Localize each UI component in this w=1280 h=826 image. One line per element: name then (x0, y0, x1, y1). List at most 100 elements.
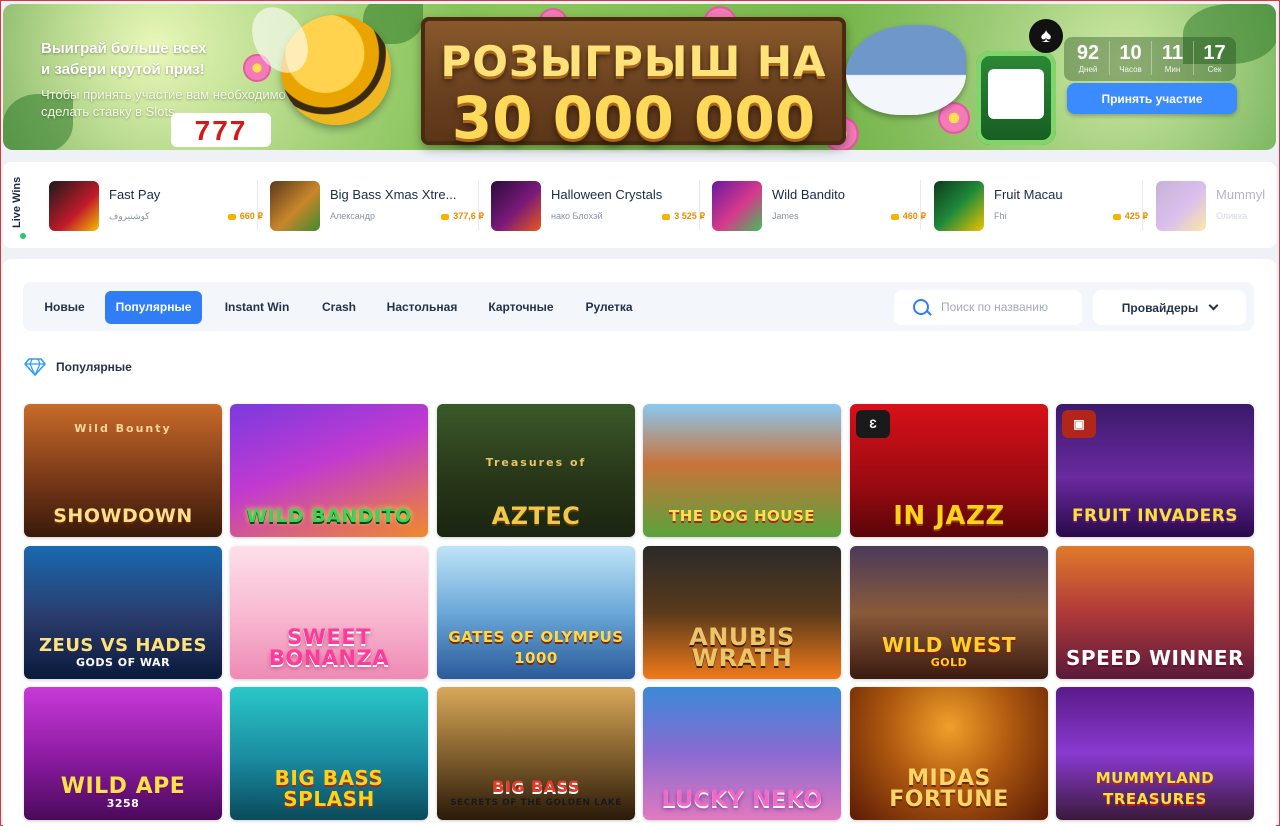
tab-roulette[interactable]: Рулетка (577, 291, 641, 324)
game-thumbnail[interactable] (934, 181, 984, 231)
game-card-title: Big Bass Secrets of The Golden Lake (437, 776, 635, 820)
game-card-title: Speed Winner (1066, 646, 1244, 670)
game-card-title: Aztec (491, 502, 581, 530)
game-thumbnail[interactable] (712, 181, 762, 231)
game-card[interactable]: Treasures of Aztec (437, 404, 635, 537)
live-win-info: Halloween Crystals нако Блохэй 3 525 ₽ (551, 181, 705, 231)
game-card-title-text: Zeus vs Hades (38, 635, 208, 656)
live-win-game[interactable]: Fast Pay (109, 187, 265, 202)
divider (478, 180, 479, 230)
game-card[interactable]: Speed Winner (1056, 546, 1254, 679)
game-card-title: In Jazz (893, 501, 1005, 531)
game-thumbnail[interactable] (49, 181, 99, 231)
tab-instant-win[interactable]: Instant Win (215, 291, 299, 324)
prize-board-title: РОЗЫГРЫШ НА (440, 37, 827, 86)
search-input[interactable] (941, 297, 1076, 317)
game-thumbnail[interactable] (491, 181, 541, 231)
live-win-game[interactable]: Wild Bandito (772, 187, 928, 202)
live-wins-label: Live Wins (11, 170, 35, 240)
game-card[interactable]: Anubis Wrath (643, 546, 841, 679)
game-card-subtitle: Treasures of (485, 456, 587, 469)
live-win-item[interactable]: Fast Pay كوشنيروف 660 ₽ (49, 180, 264, 232)
tab-popular[interactable]: Популярные (105, 291, 202, 324)
divider (699, 180, 700, 230)
game-card-title: Fruit Invaders (1071, 506, 1239, 526)
divider (920, 180, 921, 230)
game-card-title: Wild Ape 3258 (24, 776, 222, 820)
game-thumbnail[interactable] (270, 181, 320, 231)
game-card[interactable]: Lucky Neko (643, 687, 841, 820)
countdown-days: 92 Дней (1067, 41, 1109, 75)
live-win-user: كوشنيروف (109, 211, 150, 221)
join-promo-button[interactable]: Принять участие (1067, 83, 1237, 114)
game-card-title: Mummyland Treasures (1095, 769, 1215, 808)
live-win-info: Fruit Macau Fhi 425 ₽ (994, 181, 1148, 231)
live-win-item[interactable]: Mummyl Оливка (1156, 180, 1274, 232)
tab-crash[interactable]: Crash (314, 291, 364, 324)
game-card[interactable]: Wild Bandito (230, 404, 428, 537)
section-title: Популярные (56, 360, 132, 374)
live-win-item[interactable]: Fruit Macau Fhi 425 ₽ (934, 180, 1149, 232)
game-card-title: Wild Bandito (246, 505, 412, 527)
diamond-icon (24, 358, 46, 376)
live-win-info: Big Bass Xmas Xtre... Александр 377,6 ₽ (330, 181, 484, 231)
game-card[interactable]: Ɛ In Jazz (850, 404, 1048, 537)
game-card-subtitle: Secrets of The Golden Lake (450, 798, 622, 808)
live-win-user: James (772, 211, 799, 221)
game-card[interactable]: Wild West Gold (850, 546, 1048, 679)
game-card[interactable]: Mummyland Treasures (1056, 687, 1254, 820)
game-card-title-text: Big Bass (492, 777, 580, 796)
game-card-title: Big Bass Splash (274, 766, 384, 811)
game-card-subtitle: 3258 (106, 797, 140, 810)
search-icon (913, 299, 929, 315)
game-card-title: Sweet Bonanza (268, 625, 390, 670)
game-card[interactable]: ▣ Fruit Invaders (1056, 404, 1254, 537)
live-win-item[interactable]: Wild Bandito James 460 ₽ (712, 180, 927, 232)
game-card[interactable]: The Dog House (643, 404, 841, 537)
game-card-title: Zeus vs Hades Gods of War (24, 635, 222, 679)
game-card[interactable]: Midas Fortune (850, 687, 1048, 820)
prize-board-amount: 30 000 000 (451, 84, 816, 152)
game-card-title: Wild West Gold (850, 635, 1048, 679)
live-win-item[interactable]: Big Bass Xmas Xtre... Александр 377,6 ₽ (270, 180, 485, 232)
countdown-value: 17 (1203, 42, 1226, 64)
game-card[interactable]: Sweet Bonanza (230, 546, 428, 679)
live-win-user: Оливка (1216, 211, 1248, 221)
tab-cards[interactable]: Карточные (480, 291, 562, 324)
game-card[interactable]: Zeus vs Hades Gods of War (24, 546, 222, 679)
game-card-title: Showdown (53, 505, 193, 527)
live-win-game[interactable]: Fruit Macau (994, 187, 1150, 202)
tab-table[interactable]: Настольная (379, 291, 465, 324)
game-card[interactable]: Wild Ape 3258 (24, 687, 222, 820)
chevron-down-icon (1208, 300, 1219, 311)
countdown-seconds: 17 Сек (1193, 41, 1235, 75)
game-card[interactable]: Gates of Olympus 1000 (437, 546, 635, 679)
live-win-info: Fast Pay كوشنيروف 660 ₽ (109, 181, 263, 231)
live-win-game[interactable]: Halloween Crystals (551, 187, 707, 202)
game-card[interactable]: Big Bass Secrets of The Golden Lake (437, 687, 635, 820)
live-win-item[interactable]: Halloween Crystals нако Блохэй 3 525 ₽ (491, 180, 706, 232)
game-thumbnail[interactable] (1156, 181, 1206, 231)
game-card-subtitle: Gold (930, 656, 968, 669)
game-card-title: Gates of Olympus 1000 (448, 628, 624, 667)
tab-new[interactable]: Новые (37, 291, 92, 324)
live-indicator-dot (20, 233, 26, 239)
game-card[interactable]: Wild Bounty Showdown (24, 404, 222, 537)
countdown-timer: 92 Дней 10 Часов 11 Мин 17 Сек (1067, 41, 1235, 75)
live-win-info: Mummyl Оливка (1216, 181, 1274, 231)
countdown-value: 10 (1119, 42, 1142, 64)
live-win-user: Fhi (994, 211, 1007, 221)
live-win-game[interactable]: Big Bass Xmas Xtre... (330, 187, 486, 202)
live-wins-label-text: Live Wins (11, 176, 23, 228)
providers-dropdown[interactable]: Провайдеры (1093, 290, 1246, 325)
countdown-hours: 10 Часов (1109, 41, 1151, 75)
prize-board: РОЗЫГРЫШ НА 30 000 000 (421, 17, 846, 152)
game-card[interactable]: Big Bass Splash (230, 687, 428, 820)
game-card-subtitle: Gods of War (75, 656, 171, 669)
live-win-user: нако Блохэй (551, 211, 603, 221)
game-card-title: The Dog House (668, 507, 816, 525)
live-win-game[interactable]: Mummyl (1216, 187, 1274, 202)
provider-badge-icon: ▣ (1062, 410, 1096, 438)
live-win-info: Wild Bandito James 460 ₽ (772, 181, 926, 231)
countdown-value: 92 (1076, 42, 1100, 64)
